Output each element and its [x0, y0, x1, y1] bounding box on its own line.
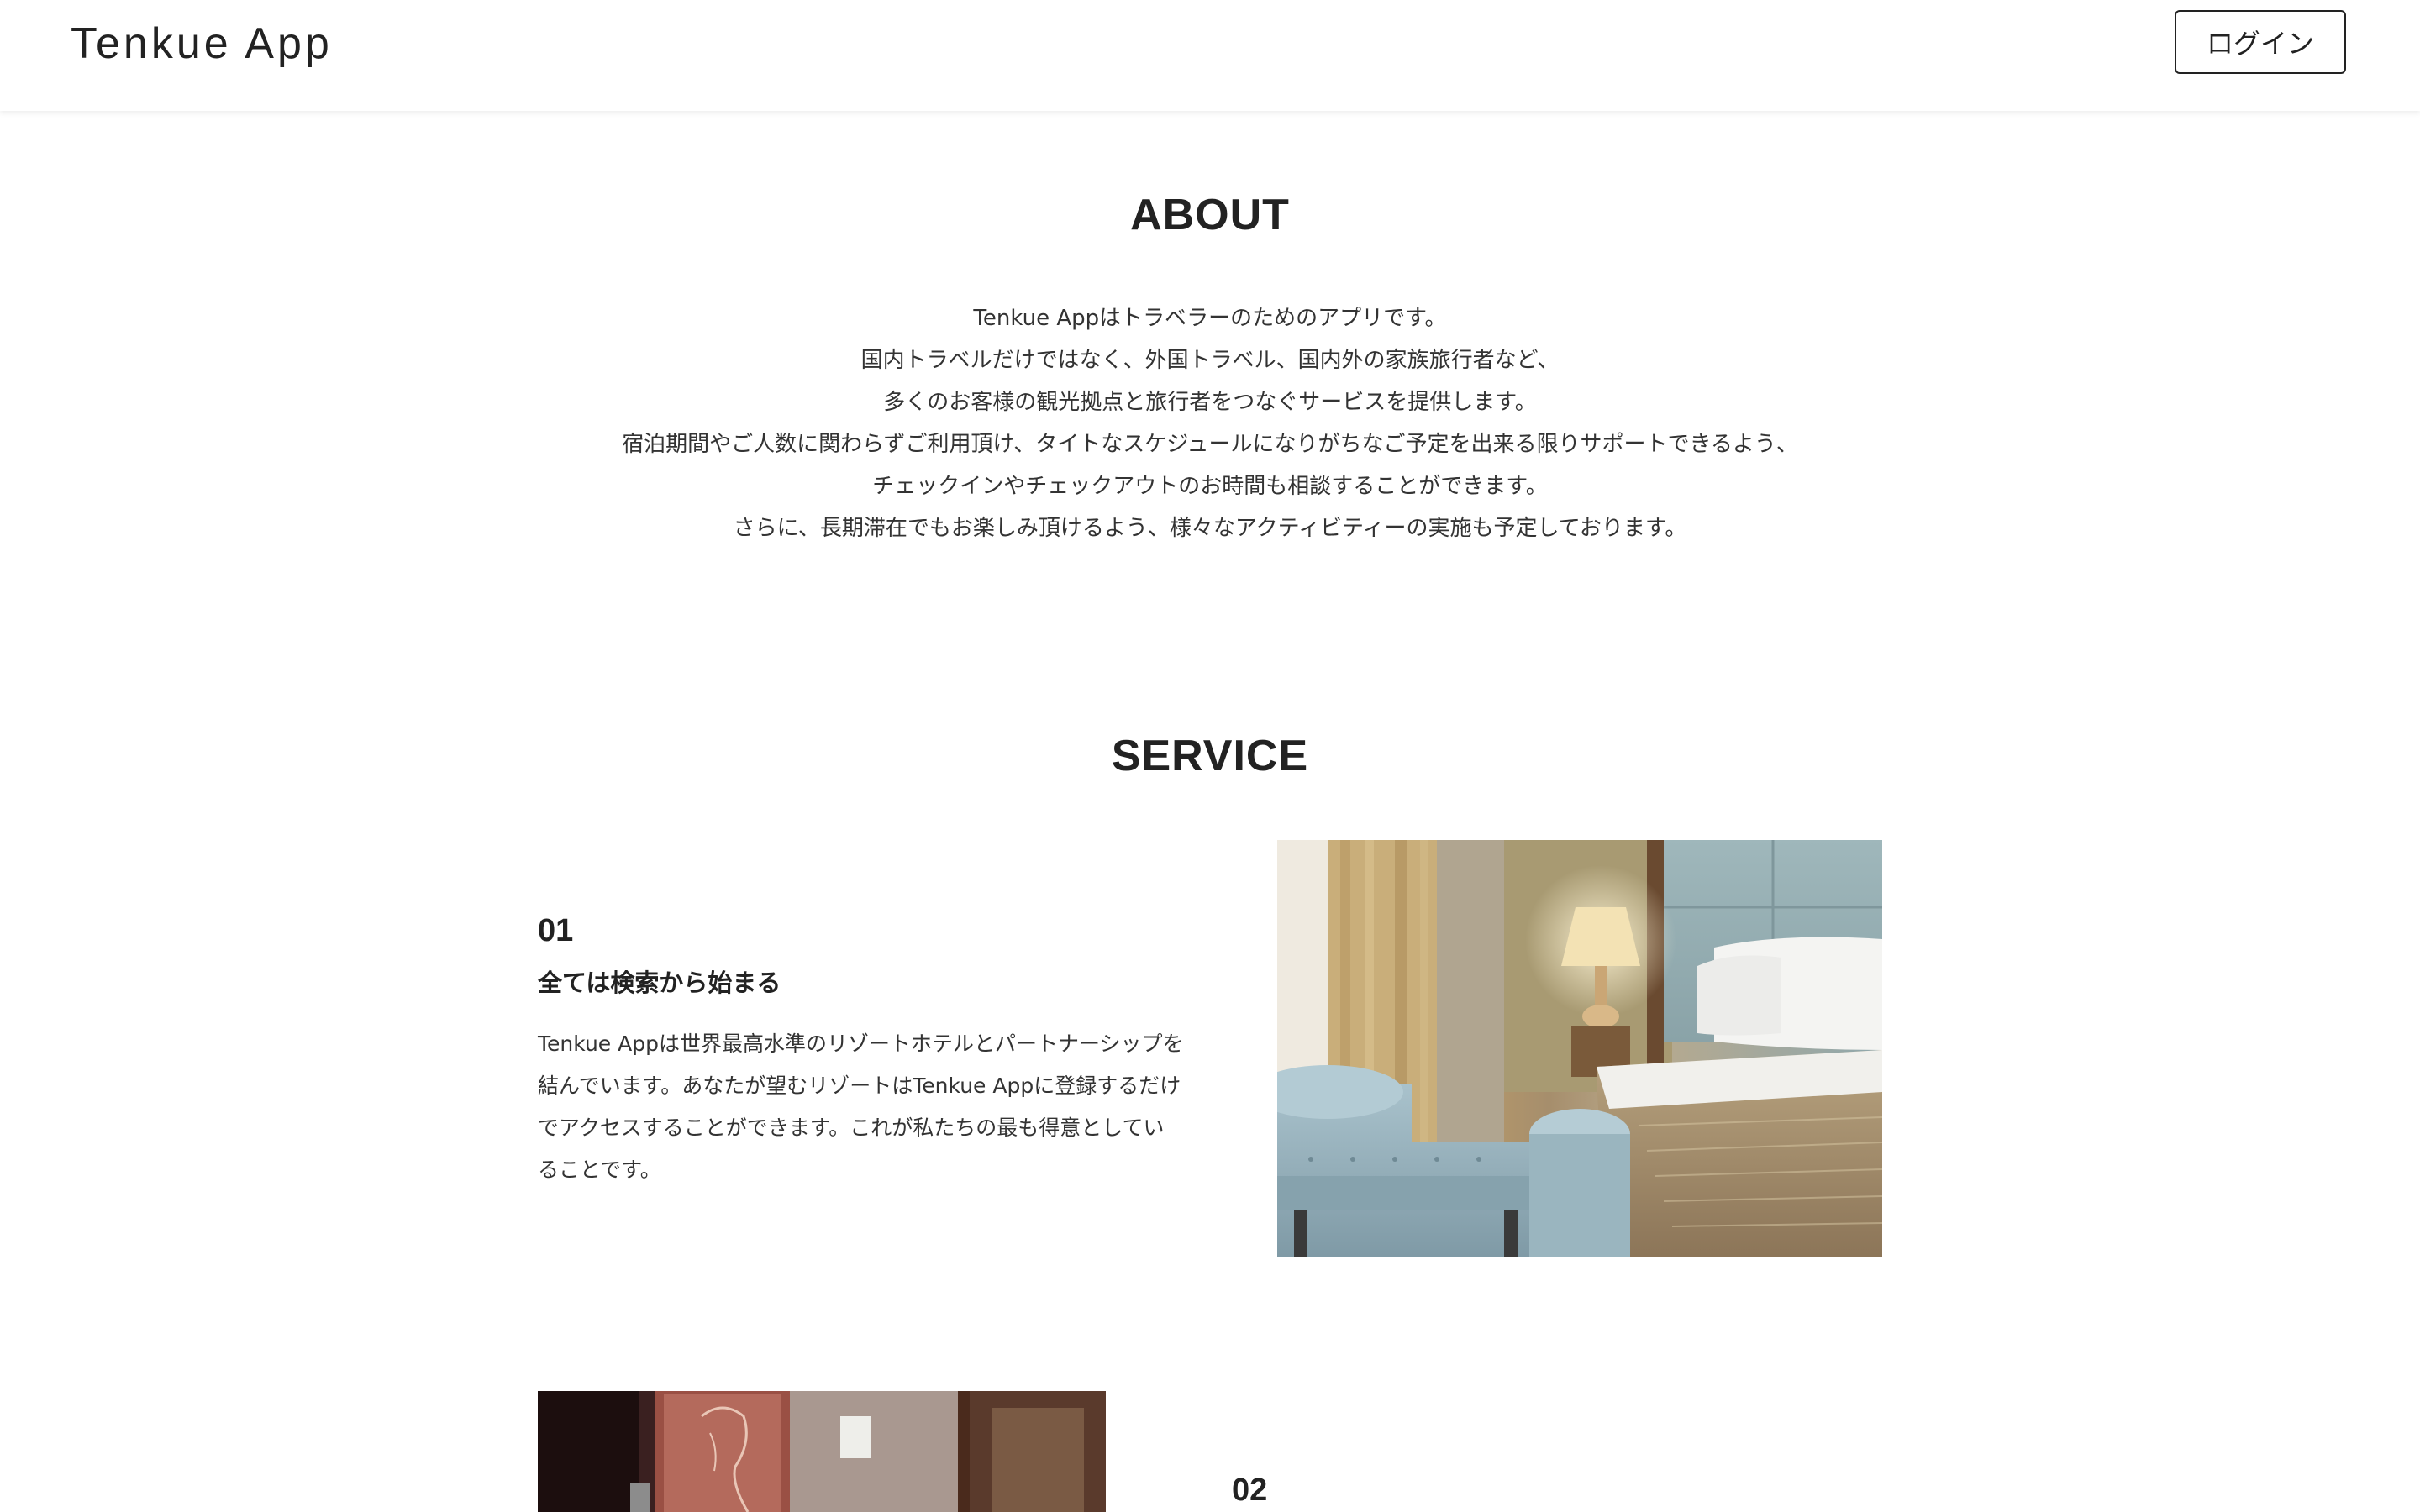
service-description-line: でアクセスすることができます。これが私たちの最も得意としてい: [538, 1116, 1165, 1140]
service-description-01: Tenkue Appは世界最高水準のリゾートホテルとパートナーシップを 結んでい…: [538, 1023, 1210, 1191]
about-title: ABOUT: [1130, 191, 1290, 239]
hotel-bedroom-image: [1277, 840, 1882, 1257]
about-line: 宿泊期間やご人数に関わらずご利用頂け、タイトなスケジュールになりがちなご予定を出…: [622, 432, 1798, 457]
about-text: Tenkue Appはトラベラーのためのアプリです。 国内トラベルだけではなく、…: [0, 297, 2420, 549]
hotel-room-illustration: [538, 1391, 1106, 1512]
service-number: 01: [538, 913, 574, 948]
page: Tenkue App ログイン ABOUT Tenkue Appはトラベラーのた…: [0, 0, 2420, 1512]
about-line: チェックインやチェックアウトのお時間も相談することができます。: [872, 474, 1548, 499]
hotel-room-image: [538, 1391, 1106, 1512]
site-header: Tenkue App ログイン: [0, 0, 2420, 111]
service-description-line: 結んでいます。あなたが望むリゾートはTenkue Appに登録するだけ: [538, 1074, 1181, 1098]
login-button[interactable]: ログイン: [2175, 10, 2346, 74]
service-title: SERVICE: [1111, 732, 1309, 780]
service-number: 02: [1232, 1473, 1268, 1508]
service-title-01: 全ては検索から始まる: [538, 969, 781, 997]
about-line: さらに、長期滞在でもお楽しみ頂けるよう、様々なアクティビティーの実施も予定してお…: [733, 516, 1687, 541]
about-line: 国内トラベルだけではなく、外国トラベル、国内外の家族旅行者など、: [860, 348, 1560, 373]
about-line: 多くのお客様の観光拠点と旅行者をつなぐサービスを提供します。: [883, 390, 1537, 415]
hotel-bedroom-illustration: [1277, 840, 1882, 1257]
app-logo[interactable]: Tenkue App: [71, 13, 333, 74]
about-line: Tenkue Appはトラベラーのためのアプリです。: [973, 306, 1447, 331]
service-description-line: Tenkue Appは世界最高水準のリゾートホテルとパートナーシップを: [538, 1032, 1184, 1056]
service-description-line: ることです。: [538, 1158, 661, 1182]
